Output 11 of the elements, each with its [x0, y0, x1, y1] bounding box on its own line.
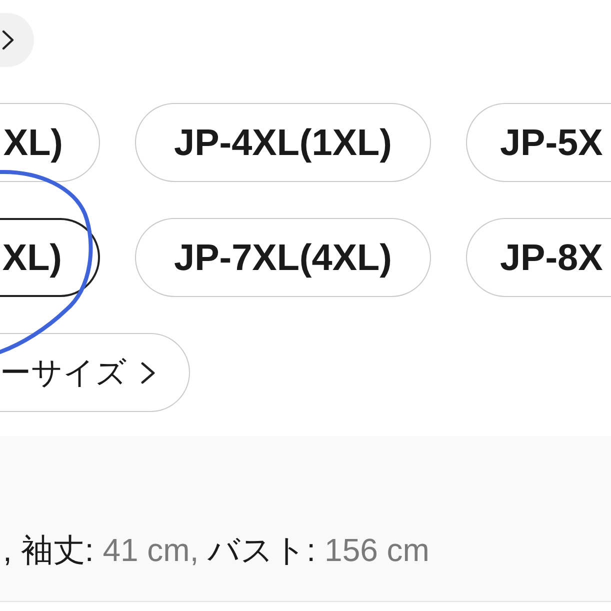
size-option[interactable]: JP-8X — [466, 218, 611, 297]
size-option[interactable]: JP-5X — [466, 103, 611, 182]
chevron-right-icon — [141, 362, 155, 384]
size-option[interactable]: JP-7XL(4XL) — [135, 218, 431, 297]
size-option[interactable]: XL) — [0, 103, 100, 182]
measurements-text: , 袖丈: 41 cm, バスト: 156 cm — [3, 531, 430, 569]
more-sizes-button[interactable]: ーサイズ — [0, 333, 190, 412]
chevron-right-icon — [2, 30, 14, 50]
size-option[interactable]: JP-4XL(1XL) — [135, 103, 431, 182]
forward-button[interactable] — [0, 13, 34, 67]
size-option[interactable]: XL) — [0, 218, 100, 297]
